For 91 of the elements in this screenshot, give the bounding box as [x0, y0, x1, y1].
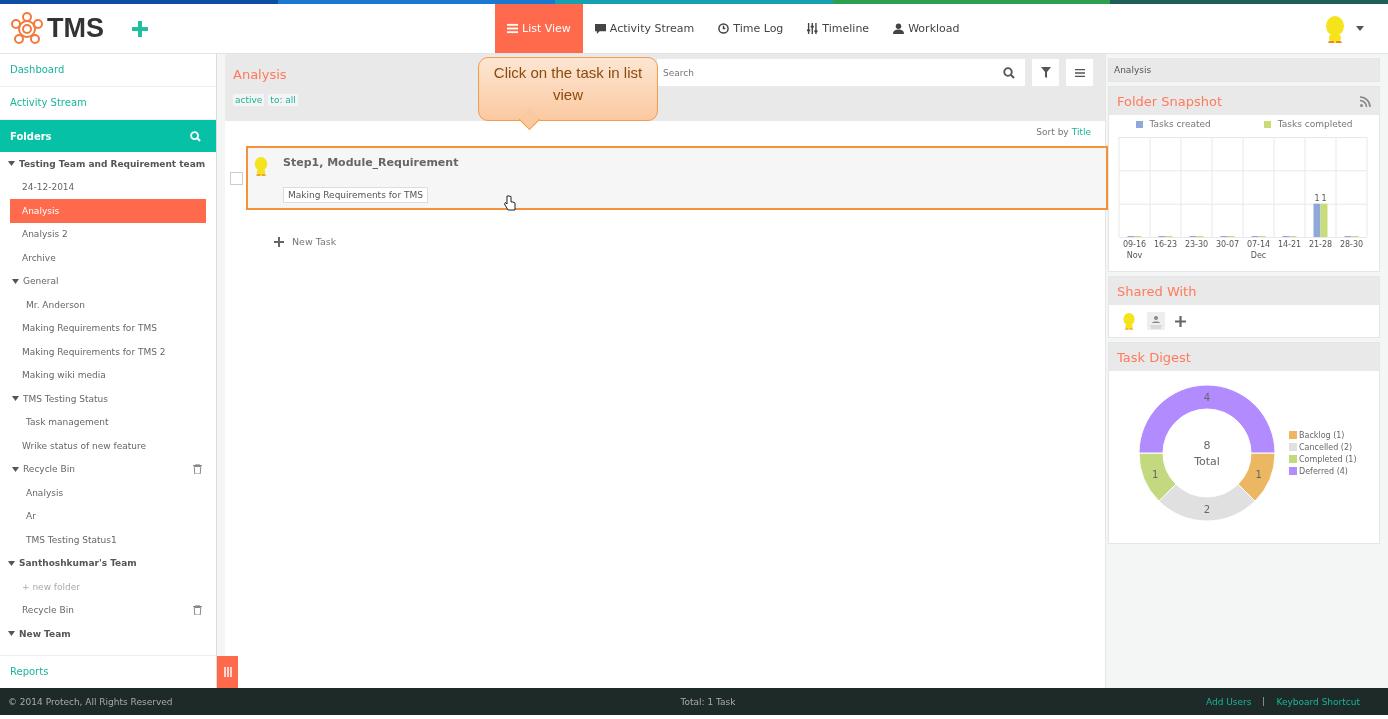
panel-title: Task Digest: [1117, 349, 1191, 365]
folder-title: Analysis: [233, 67, 287, 82]
caret-icon[interactable]: [8, 631, 15, 637]
folder-item[interactable]: Making wiki media: [0, 363, 206, 387]
task-title: Step1, Module_Requirement: [283, 156, 459, 169]
folder-item[interactable]: Analysis: [0, 481, 206, 505]
folder-item[interactable]: Making Requirements for TMS 2: [0, 340, 206, 364]
caret-icon[interactable]: [1356, 26, 1364, 31]
axis-label: 09-16 Nov: [1122, 240, 1147, 260]
copyright-text: © 2014 Protech, All Rights Reserved: [8, 696, 173, 707]
task-total: Total: 1 Task: [680, 696, 736, 707]
legend-label: Backlog (1): [1299, 430, 1345, 440]
hand-cursor-icon: [504, 195, 516, 211]
speech-bubble-icon: [594, 23, 606, 34]
view-tab[interactable]: Timeline: [795, 4, 882, 53]
rss-icon[interactable]: [1360, 95, 1371, 107]
search-field[interactable]: Search: [657, 59, 1025, 86]
folder-item[interactable]: 24-12-2014: [0, 175, 206, 199]
folder-item[interactable]: Testing Team and Requirement team: [0, 152, 206, 176]
slice-value-label: 1: [1255, 469, 1262, 481]
trash-icon[interactable]: [193, 464, 202, 475]
axis-label: 14-21: [1277, 240, 1302, 249]
donut-center-label: Total: [1194, 455, 1220, 468]
folder-item[interactable]: Archive: [0, 246, 206, 270]
value-label: 1: [1321, 193, 1327, 203]
axis-label: 16-23: [1153, 240, 1178, 249]
legend-label: Tasks completed: [1277, 119, 1353, 129]
task-checkbox[interactable]: [230, 171, 243, 185]
folder-item[interactable]: Santhoshkumar's Team: [0, 551, 206, 575]
folder-item[interactable]: Task management: [0, 410, 206, 434]
footer-link[interactable]: Keyboard Shortcut: [1276, 696, 1360, 707]
new-task-button[interactable]: New Task: [274, 236, 337, 247]
value-label: 1: [1314, 193, 1320, 203]
folder-tag: Making Requirements for TMS: [283, 187, 428, 203]
funnel-icon: [1040, 67, 1051, 78]
flower-logo-icon: [10, 11, 44, 46]
menu-button[interactable]: [1066, 59, 1093, 86]
menu-icon: [1074, 68, 1085, 77]
axis-label: 21-28: [1308, 240, 1333, 249]
axis-label: 23-30: [1184, 240, 1209, 249]
legend-label: Tasks created: [1149, 119, 1211, 129]
slice-value-label: 1: [1152, 469, 1159, 481]
search-icon[interactable]: [1003, 67, 1015, 79]
legend-label: Deferred (4): [1299, 466, 1348, 476]
caret-icon[interactable]: [12, 278, 19, 284]
folder-item[interactable]: General: [0, 269, 206, 293]
folder-item[interactable]: New Team: [0, 622, 206, 646]
folder-item[interactable]: TMS Testing Status1: [0, 528, 206, 552]
legend-label: Cancelled (2): [1299, 442, 1353, 452]
clock-icon: [718, 23, 730, 34]
slice-value-label: 2: [1203, 504, 1211, 515]
pending-user-icon[interactable]: [1147, 312, 1165, 330]
footer-link[interactable]: Add Users: [1206, 696, 1252, 707]
sliders-icon: [807, 23, 819, 34]
view-tab[interactable]: Time Log: [706, 4, 796, 53]
view-tab[interactable]: Workload: [881, 4, 972, 53]
breadcrumb: Analysis: [1108, 58, 1380, 82]
folder-item[interactable]: Analysis 2: [0, 222, 206, 246]
panel-title: Shared With: [1117, 283, 1197, 299]
axis-label: 30-07: [1215, 240, 1240, 249]
folder-item[interactable]: Recycle Bin: [0, 598, 206, 622]
app-logo-text: TMS: [47, 13, 104, 44]
view-tab[interactable]: Activity Stream: [582, 4, 707, 53]
plus-icon: [274, 236, 284, 247]
sort-label: Sort by: [1036, 127, 1069, 137]
folders-title: Folders: [10, 130, 52, 142]
axis-label: 07-14 Dec: [1246, 240, 1271, 260]
avatar-icon: [252, 156, 270, 176]
donut-center-label: 8: [1203, 439, 1211, 452]
legend-label: Completed (1): [1299, 454, 1357, 464]
caret-icon[interactable]: [12, 466, 19, 472]
caret-icon[interactable]: [8, 560, 15, 566]
folder-item[interactable]: TMS Testing Status: [0, 387, 206, 411]
menu-icon: [507, 23, 518, 34]
folder-item[interactable]: Wrike status of new feature: [0, 434, 206, 458]
filter-button[interactable]: [1032, 59, 1059, 86]
caret-icon[interactable]: [8, 161, 15, 167]
user-icon: [893, 23, 905, 34]
collapse-handle[interactable]: [217, 656, 238, 688]
caret-icon[interactable]: [12, 396, 19, 402]
trash-icon[interactable]: [193, 605, 202, 616]
folder-item[interactable]: Ar: [0, 504, 206, 528]
bars-icon: [223, 667, 232, 677]
folder-item[interactable]: Making Requirements for TMS: [0, 316, 206, 340]
task-row[interactable]: Step1, Module_Requirement Making Requirements for TMS: [246, 146, 1108, 210]
folder-item[interactable]: Recycle Bin: [0, 457, 206, 481]
slice-value-label: 4: [1203, 392, 1211, 403]
panel-title: Folder Snapshot: [1117, 93, 1223, 109]
folder-item[interactable]: Mr. Anderson: [0, 293, 206, 317]
add-icon[interactable]: [1175, 315, 1186, 327]
axis-label: 28-30: [1339, 240, 1364, 249]
